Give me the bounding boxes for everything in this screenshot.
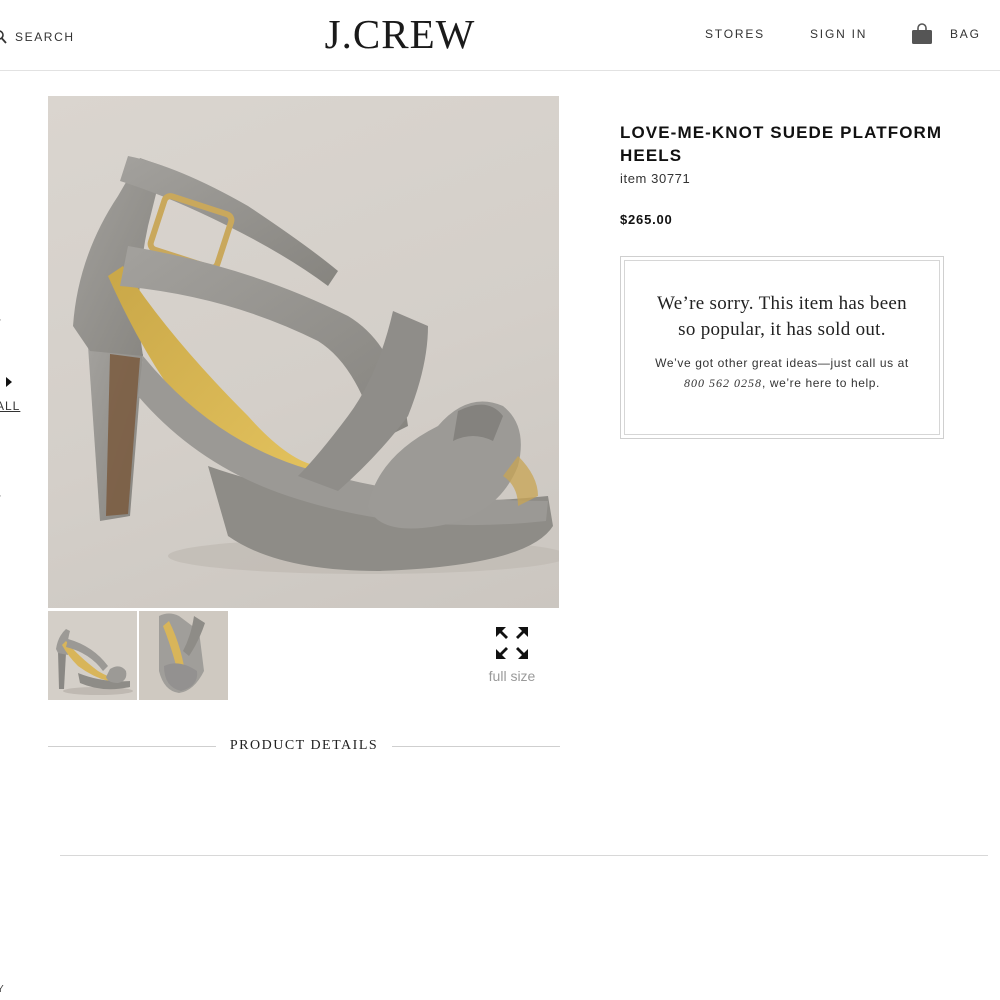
shopping-bag-icon[interactable] xyxy=(911,23,933,45)
sold-out-notice: We’re sorry. This item has been so popul… xyxy=(620,256,944,439)
section-divider xyxy=(60,855,988,856)
item-number: item 30771 xyxy=(620,171,691,186)
thumbnail-shoe-image xyxy=(56,629,133,695)
heel-illustration xyxy=(73,156,559,574)
sold-out-inner-frame: We’re sorry. This item has been so popul… xyxy=(624,260,940,435)
edge-mark: · xyxy=(0,314,2,326)
bag-link[interactable]: BAG xyxy=(950,27,981,41)
full-size-button[interactable]: full size xyxy=(482,626,542,684)
product-main-image[interactable] xyxy=(48,96,559,608)
sold-out-message-prefix: We’ve got other great ideas—just call us… xyxy=(655,356,909,370)
sign-in-link[interactable]: SIGN IN xyxy=(810,27,867,41)
product-price: $265.00 xyxy=(620,212,673,227)
site-header: SEARCH J.CREW STORES SIGN IN BAG xyxy=(0,0,1000,71)
full-size-label: full size xyxy=(488,668,536,684)
product-details-toggle[interactable]: PRODUCT DETAILS xyxy=(48,736,561,756)
sold-out-message: We’ve got other great ideas—just call us… xyxy=(625,353,939,393)
edge-mark: · xyxy=(0,490,2,502)
edge-letter: Y xyxy=(0,984,4,995)
divider xyxy=(392,745,561,747)
divider xyxy=(48,745,216,747)
thumbnail-top-view[interactable] xyxy=(139,611,228,700)
expand-arrow-icon[interactable] xyxy=(6,377,12,387)
expand-icon xyxy=(496,627,528,659)
thumbnail-side-view[interactable] xyxy=(48,611,137,700)
product-title: LOVE-ME-KNOT SUEDE PLATFORM HEELS xyxy=(620,123,943,165)
phone-number-link[interactable]: 800 562 0258 xyxy=(684,376,762,390)
jcrew-logo[interactable]: J.CREW xyxy=(0,10,800,58)
product-details-label: PRODUCT DETAILS xyxy=(229,738,379,753)
thumbnail-shoe-image xyxy=(159,613,205,693)
sold-out-message-suffix: , we’re here to help. xyxy=(762,376,880,390)
stores-link[interactable]: STORES xyxy=(705,27,765,41)
view-all-link[interactable]: ALL xyxy=(0,399,20,413)
sold-out-headline: We’re sorry. This item has been so popul… xyxy=(657,293,907,340)
